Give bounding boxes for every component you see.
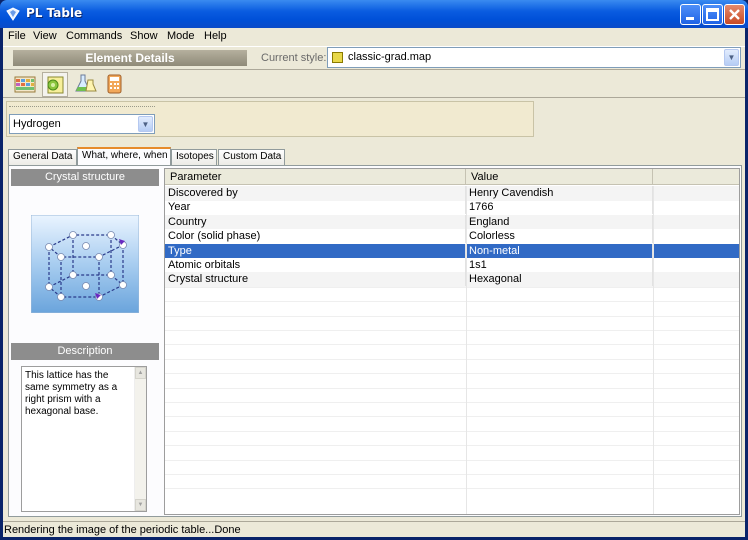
cell-parameter: Year [165,200,466,215]
element-value: Hydrogen [13,118,61,130]
menu-commands[interactable]: Commands [66,30,122,42]
cell-value: 1s1 [466,258,653,272]
periodic-table-view-button[interactable] [12,72,38,97]
element-selector-area: Hydrogen ▼ [6,101,534,137]
view-toolbar [3,71,745,98]
description-scrollbar[interactable]: ▲ ▼ [134,367,146,511]
window-title: PL Table [26,6,83,20]
cell-parameter: Country [165,214,466,229]
flask-icon [75,74,97,92]
tab-isotopes[interactable]: Isotopes [171,149,217,165]
menu-help[interactable]: Help [204,30,227,42]
cell-value: 1766 [466,200,653,215]
cell-parameter: Color (solid phase) [165,229,466,244]
table-body: Discovered by Henry Cavendish Year 1766 Coun… [165,186,739,514]
minimize-button[interactable] [680,4,701,25]
cell-parameter: Crystal structure [165,272,466,287]
minimize-icon [686,17,694,20]
client-area: File View Commands Show Mode Help Elemen… [3,28,745,537]
panel-title: Element Details [13,50,247,66]
tab-general-data[interactable]: General Data [8,149,77,165]
cell-value: Non-metal [466,243,653,258]
cell-value: Colorless [466,229,653,244]
app-window: PL Table File View Commands Show Mode He… [0,0,748,540]
tab-content: Crystal structure Description This latti… [8,165,742,517]
element-select[interactable]: Hydrogen ▼ [9,114,155,134]
close-button[interactable] [724,4,745,25]
scroll-up-icon[interactable]: ▲ [135,367,146,379]
close-icon [729,9,740,20]
column-separator [653,186,654,514]
cell-value: England [466,214,653,229]
style-select[interactable]: classic-grad.map ▼ [327,47,741,68]
chevron-down-icon[interactable]: ▼ [138,116,153,132]
periodic-table-icon [14,76,36,93]
menu-show[interactable]: Show [130,30,158,42]
title-bar[interactable]: PL Table [0,0,748,28]
tab-what-where-when[interactable]: What, where, when [77,147,171,166]
cell-value: Henry Cavendish [466,186,653,200]
parameter-table: Parameter Value Discovered by Henry Caven… [164,168,740,515]
cell-parameter: Discovered by [165,186,466,200]
menu-mode[interactable]: Mode [167,30,195,42]
calculator-icon [107,74,122,94]
style-label: Current style: [261,52,327,64]
column-separator [466,186,467,514]
element-card-icon [47,76,64,94]
drag-grip [9,106,155,107]
description-text: This lattice has the same symmetry as a … [25,370,118,417]
maximize-button[interactable] [702,4,723,25]
description-textbox[interactable]: This lattice has the same symmetry as a … [21,366,147,512]
chevron-down-icon[interactable]: ▼ [724,49,739,66]
element-details-view-button[interactable] [42,72,68,97]
tab-custom-data[interactable]: Custom Data [218,149,285,165]
scroll-down-icon[interactable]: ▼ [135,499,146,511]
crystal-lattice-image [31,215,139,313]
menu-view[interactable]: View [33,30,57,42]
maximize-icon [706,8,719,21]
calculator-view-button[interactable] [102,72,128,97]
cell-value: Hexagonal [466,272,653,287]
column-header-value[interactable]: Value [466,169,653,185]
description-heading: Description [11,343,159,360]
status-bar: Rendering the image of the periodic tabl… [3,521,745,537]
chemistry-view-button[interactable] [72,72,98,97]
cell-parameter: Atomic orbitals [165,258,466,272]
crystal-structure-heading: Crystal structure [11,169,159,186]
menu-file[interactable]: File [8,30,26,42]
map-file-icon [332,52,343,63]
app-logo-icon [6,7,20,21]
column-header-parameter[interactable]: Parameter [165,169,466,185]
style-value: classic-grad.map [348,51,432,63]
table-header: Parameter Value [165,169,739,185]
menu-bar: File View Commands Show Mode Help [3,28,745,45]
cell-parameter: Type [165,243,466,258]
